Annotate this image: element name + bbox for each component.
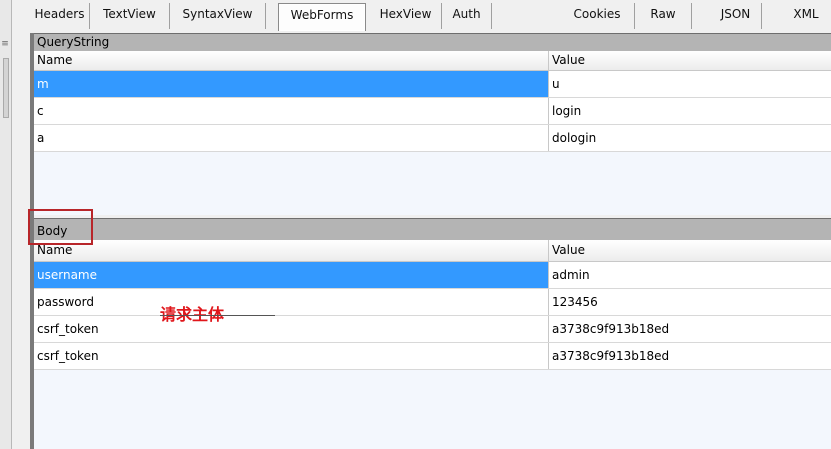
tab-json[interactable]: JSON (710, 3, 762, 29)
tab-cookies[interactable]: Cookies (560, 3, 635, 29)
column-header-name[interactable]: Name (34, 51, 549, 70)
row-name-cell: c (34, 98, 549, 124)
tab-xml[interactable]: XML (780, 3, 831, 29)
body-section-header: Body (34, 218, 831, 240)
row-value-cell: admin (552, 268, 590, 282)
tab-textview[interactable]: TextView (90, 3, 170, 29)
row-value-cell: login (552, 104, 582, 118)
row-value-cell: 123456 (552, 295, 598, 309)
table-row[interactable]: csrf_token a3738c9f913b18ed (34, 343, 831, 370)
body-grid: Name Value username admin password 12345… (34, 240, 831, 449)
column-header-name[interactable]: Name (34, 240, 549, 261)
row-value-cell: u (552, 77, 560, 91)
column-header-value[interactable]: Value (549, 51, 831, 70)
querystring-header-row: Name Value (34, 51, 831, 71)
row-name-cell: m (34, 71, 549, 97)
table-row[interactable]: c login (34, 98, 831, 125)
tab-raw[interactable]: Raw (635, 3, 692, 29)
row-name-cell: username (34, 262, 549, 288)
annotation-highlight-box (28, 209, 93, 245)
table-row[interactable]: password 123456 (34, 289, 831, 316)
row-name-cell: csrf_token (34, 316, 549, 342)
tab-syntaxview[interactable]: SyntaxView (170, 3, 266, 29)
inspector-tab-bar: Headers TextView SyntaxView WebForms Hex… (30, 0, 831, 33)
row-name-cell: a (34, 125, 549, 151)
annotation-underline (160, 315, 275, 316)
row-value-cell: dologin (552, 131, 597, 145)
grip-icon[interactable]: ≡ (1, 38, 9, 50)
table-row[interactable]: csrf_token a3738c9f913b18ed (34, 316, 831, 343)
row-value-cell: a3738c9f913b18ed (552, 322, 670, 336)
row-name-cell: password (34, 289, 549, 315)
column-header-value[interactable]: Value (549, 240, 831, 261)
table-row[interactable]: a dologin (34, 125, 831, 152)
querystring-section-header: QueryString (34, 33, 831, 51)
annotation-label: 请求主体 (160, 305, 225, 324)
tab-auth[interactable]: Auth (442, 3, 492, 29)
left-panel-edge: ≡ (0, 0, 12, 449)
table-row[interactable]: username admin (34, 262, 831, 289)
table-row[interactable]: m u (34, 71, 831, 98)
tab-hexview[interactable]: HexView (370, 3, 442, 29)
left-scrollbar[interactable] (3, 58, 9, 118)
tab-headers[interactable]: Headers (30, 3, 90, 29)
tab-webforms[interactable]: WebForms (278, 3, 366, 31)
row-value-cell: a3738c9f913b18ed (552, 349, 670, 363)
querystring-grid: Name Value m u c login a dologin (34, 51, 831, 215)
body-header-row: Name Value (34, 240, 831, 262)
row-name-cell: csrf_token (34, 343, 549, 369)
